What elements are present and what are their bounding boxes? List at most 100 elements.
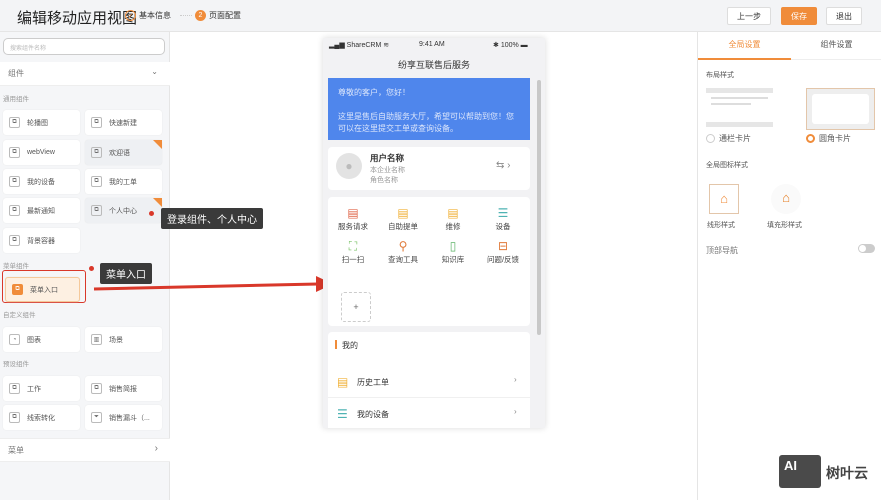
component-item[interactable]: ⧉ 轮播图 — [3, 110, 80, 135]
item-label: 欢迎语 — [109, 149, 130, 157]
component-item[interactable]: ⧉ 工作 — [3, 376, 80, 401]
step-divider — [180, 15, 192, 16]
item-label: webView — [27, 149, 55, 156]
item-label: 我的工单 — [109, 178, 137, 186]
radio-rounded[interactable]: 圆角卡片 — [806, 133, 851, 144]
scrollbar[interactable] — [537, 80, 541, 335]
grid-label: 扫一扫 — [341, 255, 365, 264]
prev-button[interactable]: 上一步 — [727, 7, 771, 25]
app-title: 纷享互联售后服务 — [397, 60, 470, 70]
component-item[interactable]: ⧉ 我的工单 — [85, 169, 162, 194]
switch-icon[interactable]: ⇆ › — [496, 160, 511, 171]
menu-grid-item[interactable]: ▤ 自助提单 — [378, 205, 428, 232]
mine-list-item[interactable]: ▤ 历史工单 › — [328, 368, 530, 398]
search-icon: ⚲ — [398, 239, 408, 253]
added-corner-badge — [153, 140, 162, 149]
radio-full-width[interactable]: 通栏卡片 — [706, 133, 751, 144]
tab-component-settings[interactable]: 组件设置 — [791, 32, 881, 60]
component-icon: ⧉ — [9, 383, 20, 394]
item-label: 销售简报 — [109, 385, 137, 393]
watermark-text: 树叶云 — [826, 465, 868, 481]
menu-row[interactable]: 菜单 › — [0, 438, 170, 462]
layout-style-label: 布局样式 — [706, 72, 734, 79]
check-icon: ✓ — [125, 10, 136, 21]
top-nav-label: 顶部导航 — [706, 246, 738, 255]
item-label: 场景 — [109, 336, 123, 344]
item-label: 背景容器 — [27, 237, 55, 245]
menu-grid-item[interactable]: ☰ 设备 — [478, 205, 528, 232]
component-item-menu-entry[interactable]: ⧉ 菜单入口 — [5, 277, 80, 302]
component-item[interactable]: ⧉ 销售简报 — [85, 376, 162, 401]
menu-grid-item[interactable]: ▯ 知识库 — [428, 238, 478, 265]
tab-global-settings[interactable]: 全局设置 — [698, 32, 791, 60]
step-basic-info[interactable]: ✓ 基本信息 — [125, 10, 171, 21]
menu-grid-item[interactable]: ⊟ 问题/反馈 — [478, 238, 528, 265]
layout-option-rounded[interactable] — [806, 88, 875, 130]
scene-icon: ▥ — [91, 334, 102, 345]
annotation-dot — [89, 266, 94, 271]
components-dropdown[interactable]: 组件 ⌄ — [0, 62, 170, 86]
grid-label: 查询工具 — [388, 255, 418, 264]
mine-card: 我的 ▤ 历史工单 › ☰ 我的设备 › — [328, 332, 530, 428]
save-button[interactable]: 保存 — [781, 7, 817, 25]
knowledge-icon: ▯ — [449, 239, 457, 253]
top-nav-toggle[interactable] — [858, 244, 875, 253]
component-item[interactable]: ⏷ 销售漏斗（... — [85, 405, 162, 430]
item-label: 线索转化 — [27, 414, 55, 422]
component-icon: ⧉ — [9, 235, 20, 246]
component-item[interactable]: ⧉ 快速新建 — [85, 110, 162, 135]
user-card[interactable]: ● 用户名称 本企业名称 角色名称 ⇆ › — [328, 147, 530, 190]
component-item[interactable]: ⧉ webView — [3, 140, 80, 165]
component-item[interactable]: ⧉ 我的设备 — [3, 169, 80, 194]
component-item[interactable]: ⧉ 线索转化 — [3, 405, 80, 430]
chevron-down-icon: ⌄ — [151, 67, 158, 76]
banner-text: 这里是售后自助服务大厅，希望可以帮助到您！您可以在这里提交工单或查询设备。 — [338, 112, 514, 133]
chevron-right-icon: › — [154, 443, 158, 454]
home-outline-icon: ⌂ — [720, 191, 728, 206]
icon-style-label: 全局图标样式 — [706, 162, 748, 169]
menu-grid-item[interactable]: ⚲ 查询工具 — [378, 238, 428, 265]
group-title[interactable]: 预设组件 — [3, 358, 29, 368]
item-label: 菜单入口 — [30, 286, 58, 294]
menu-grid-item[interactable]: ⛶ 扫一扫 — [328, 238, 378, 265]
user-name: 用户名称 — [370, 153, 405, 163]
fill-style-option[interactable]: ⌂ — [771, 184, 801, 214]
watermark-logo: AI — [779, 455, 821, 488]
step-label: 页面配置 — [209, 11, 241, 20]
item-label: 我的设备 — [27, 178, 55, 186]
radio-label: 通栏卡片 — [719, 134, 751, 143]
menu-label: 菜单 — [8, 446, 24, 455]
chevron-right-icon: › — [514, 375, 517, 384]
grid-label: 服务请求 — [338, 222, 368, 231]
radio-icon — [706, 134, 715, 143]
grid-label: 维修 — [445, 222, 461, 231]
item-label: 快速新建 — [109, 119, 137, 127]
add-menu-button[interactable]: + — [341, 292, 371, 322]
component-icon: ⧉ — [9, 176, 20, 187]
group-title[interactable]: 菜单组件 — [3, 260, 29, 270]
line-style-option[interactable]: ⌂ — [709, 184, 739, 214]
menu-grid-item[interactable]: ▤ 服务请求 — [328, 205, 378, 232]
component-item-added[interactable]: ⧉ 欢迎语 — [85, 140, 162, 165]
search-input[interactable]: 搜索组件名称 — [3, 38, 165, 55]
step-page-config[interactable]: 2 页面配置 — [195, 10, 241, 21]
group-title[interactable]: 通用组件 — [3, 93, 29, 103]
component-item[interactable]: ⧉ 背景容器 — [3, 228, 80, 253]
feedback-icon: ⊟ — [497, 239, 509, 253]
menu-grid-item[interactable]: ▤ 维修 — [428, 205, 478, 232]
settings-panel: 全局设置 组件设置 布局样式 通栏卡片 圆角卡片 全局图标样式 ⌂ ⌂ 线形样式… — [697, 32, 881, 500]
status-time: 9:41 AM — [419, 41, 445, 48]
component-item[interactable]: ▥ 场景 — [85, 327, 162, 352]
exit-button[interactable]: 退出 — [826, 7, 862, 25]
phone-preview: ▂▄▆ ShareCRM ≋ 9:41 AM ✱ 100% ▬ 纷享互联售后服务… — [323, 38, 545, 428]
mine-list-item[interactable]: ☰ 我的设备 › — [328, 400, 530, 428]
device-icon: ☰ — [497, 206, 509, 220]
component-item[interactable]: ◔ 图表 — [3, 327, 80, 352]
history-order-icon: ▤ — [337, 375, 349, 389]
component-item[interactable]: ⧉ 最新通知 — [3, 198, 80, 223]
chart-icon: ◔ — [9, 334, 20, 345]
group-title[interactable]: 自定义组件 — [3, 309, 36, 319]
layout-option-full-width[interactable] — [706, 88, 773, 127]
scan-icon: ⛶ — [348, 239, 358, 253]
item-label: 图表 — [27, 336, 41, 344]
